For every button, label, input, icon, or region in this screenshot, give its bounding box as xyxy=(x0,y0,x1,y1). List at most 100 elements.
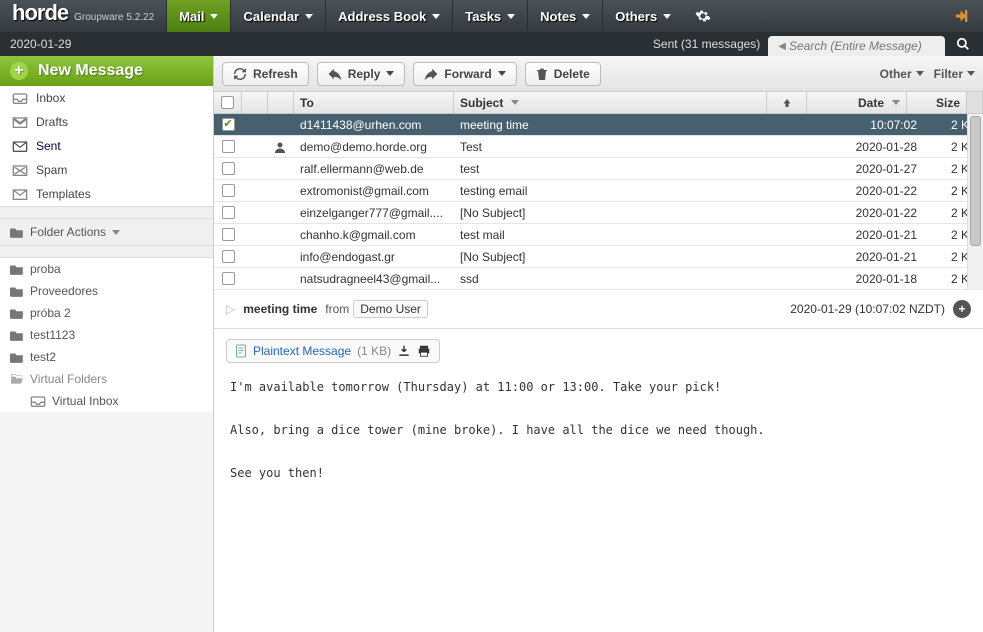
row-to: extromonist@gmail.com xyxy=(294,180,454,201)
subject-column-header[interactable]: Subject xyxy=(454,92,767,113)
plaintext-pill: Plaintext Message (1 KB) xyxy=(226,339,440,363)
date-column-header[interactable]: Date xyxy=(807,92,907,113)
plus-icon: + xyxy=(10,62,28,80)
icon-column[interactable] xyxy=(268,92,294,113)
search-input[interactable] xyxy=(789,39,939,53)
message-row[interactable]: ralf.ellermann@web.de test 2020-01-27 2 … xyxy=(214,158,983,180)
print-button[interactable] xyxy=(417,344,431,358)
row-subject: meeting time xyxy=(454,114,783,135)
size-column-header[interactable]: Size xyxy=(907,92,967,113)
sidebar-drafts[interactable]: Drafts xyxy=(0,110,213,134)
nav-calendar[interactable]: Calendar xyxy=(230,0,325,32)
sidebar-inbox[interactable]: Inbox xyxy=(0,86,213,110)
row-checkbox[interactable] xyxy=(222,184,235,197)
message-row[interactable]: info@endogast.gr [No Subject] 2020-01-21… xyxy=(214,246,983,268)
sent-icon xyxy=(10,139,30,153)
message-row[interactable]: extromonist@gmail.com testing email 2020… xyxy=(214,180,983,202)
sidebar-sent[interactable]: Sent xyxy=(0,134,213,158)
trash-icon xyxy=(536,67,548,81)
logo[interactable]: horde Groupware 5.2.22 xyxy=(0,0,166,32)
reply-button[interactable]: Reply xyxy=(317,62,406,86)
folder-item[interactable]: test1123 xyxy=(0,324,213,346)
search-box[interactable]: ◀ xyxy=(768,36,945,56)
flag-column[interactable] xyxy=(242,92,268,113)
folder-item[interactable]: Proveedores xyxy=(0,280,213,302)
folder-item[interactable]: test2 xyxy=(0,346,213,368)
row-date: 2020-01-21 xyxy=(823,224,923,245)
message-row[interactable]: chanho.k@gmail.com test mail 2020-01-21 … xyxy=(214,224,983,246)
row-checkbox[interactable] xyxy=(222,118,235,131)
search-button[interactable] xyxy=(953,34,973,54)
virtual-inbox[interactable]: Virtual Inbox xyxy=(0,390,213,412)
row-date: 2020-01-22 xyxy=(823,180,923,201)
row-subject: ssd xyxy=(454,268,783,289)
mailbox-list: InboxDraftsSentSpamTemplates xyxy=(0,86,213,207)
virtual-folders-label[interactable]: Virtual Folders xyxy=(0,368,213,390)
row-checkbox[interactable] xyxy=(222,272,235,285)
forward-button[interactable]: Forward xyxy=(413,62,516,86)
chevron-down-icon xyxy=(498,71,506,76)
sidebar-templates[interactable]: Templates xyxy=(0,182,213,206)
template-icon xyxy=(10,187,30,201)
folder-item[interactable]: proba xyxy=(0,258,213,280)
download-icon xyxy=(397,344,411,358)
sort-indicator[interactable] xyxy=(767,92,807,113)
plaintext-size: (1 KB) xyxy=(357,344,391,358)
main-pane: Refresh Reply Forward Delete Other xyxy=(214,56,983,632)
plaintext-link[interactable]: Plaintext Message xyxy=(253,344,351,358)
row-checkbox[interactable] xyxy=(222,250,235,263)
topbar: horde Groupware 5.2.22 MailCalendarAddre… xyxy=(0,0,983,32)
refresh-button[interactable]: Refresh xyxy=(222,62,309,86)
row-checkbox[interactable] xyxy=(222,140,235,153)
select-all-checkbox[interactable] xyxy=(214,92,242,113)
other-menu-button[interactable]: Other xyxy=(880,67,924,81)
message-row[interactable]: einzelganger777@gmail.... [No Subject] 2… xyxy=(214,202,983,224)
from-user-chip[interactable]: Demo User xyxy=(353,300,428,318)
row-subject: test xyxy=(454,158,783,179)
nav-mail[interactable]: Mail xyxy=(166,0,230,32)
folder-list: probaProveedorespróba 2test1123test2Virt… xyxy=(0,258,213,412)
preview-toolbar: Plaintext Message (1 KB) xyxy=(214,329,983,373)
row-date: 2020-01-22 xyxy=(823,202,923,223)
delete-button[interactable]: Delete xyxy=(525,62,601,86)
reply-icon xyxy=(328,68,342,80)
row-to: d1411438@urhen.com xyxy=(294,114,454,135)
chevron-down-icon xyxy=(432,14,440,19)
download-button[interactable] xyxy=(397,344,411,358)
draft-icon xyxy=(10,115,30,129)
folder-icon xyxy=(10,226,24,238)
row-checkbox[interactable] xyxy=(222,162,235,175)
folder-icon xyxy=(10,263,24,275)
logout-button[interactable] xyxy=(941,0,983,32)
settings-gear-button[interactable] xyxy=(683,0,723,32)
message-row[interactable]: d1411438@urhen.com meeting time 10:07:02… xyxy=(214,114,983,136)
nav-notes[interactable]: Notes xyxy=(527,0,602,32)
brand-text: horde xyxy=(12,0,68,26)
nav-address-book[interactable]: Address Book xyxy=(325,0,452,32)
message-row[interactable]: natsudragneel43@gmail... ssd 2020-01-18 … xyxy=(214,268,983,290)
main-nav: MailCalendarAddress BookTasksNotesOthers xyxy=(166,0,683,32)
nav-tasks[interactable]: Tasks xyxy=(452,0,527,32)
nav-others[interactable]: Others xyxy=(602,0,683,32)
tagline-text: Groupware 5.2.22 xyxy=(74,12,154,23)
arrow-up-icon xyxy=(782,98,792,108)
folder-item[interactable]: próba 2 xyxy=(0,302,213,324)
inbox-icon xyxy=(10,91,30,105)
new-message-button[interactable]: + New Message xyxy=(0,56,213,86)
to-column-header[interactable]: To xyxy=(294,92,454,113)
scrollbar-thumb[interactable] xyxy=(970,116,981,246)
row-subject: [No Subject] xyxy=(454,246,783,267)
message-row[interactable]: demo@demo.horde.org Test 2020-01-28 2 KB xyxy=(214,136,983,158)
row-to: einzelganger777@gmail.... xyxy=(294,202,454,223)
scrollbar[interactable] xyxy=(967,114,983,290)
row-checkbox[interactable] xyxy=(222,206,235,219)
row-date: 2020-01-21 xyxy=(823,246,923,267)
row-to: natsudragneel43@gmail... xyxy=(294,268,454,289)
row-checkbox[interactable] xyxy=(222,228,235,241)
expand-button[interactable]: + xyxy=(953,300,971,318)
filter-menu-button[interactable]: Filter xyxy=(934,67,975,81)
refresh-icon xyxy=(233,67,247,81)
chevron-down-icon xyxy=(507,14,515,19)
folder-actions-button[interactable]: Folder Actions xyxy=(0,219,213,246)
sidebar-spam[interactable]: Spam xyxy=(0,158,213,182)
